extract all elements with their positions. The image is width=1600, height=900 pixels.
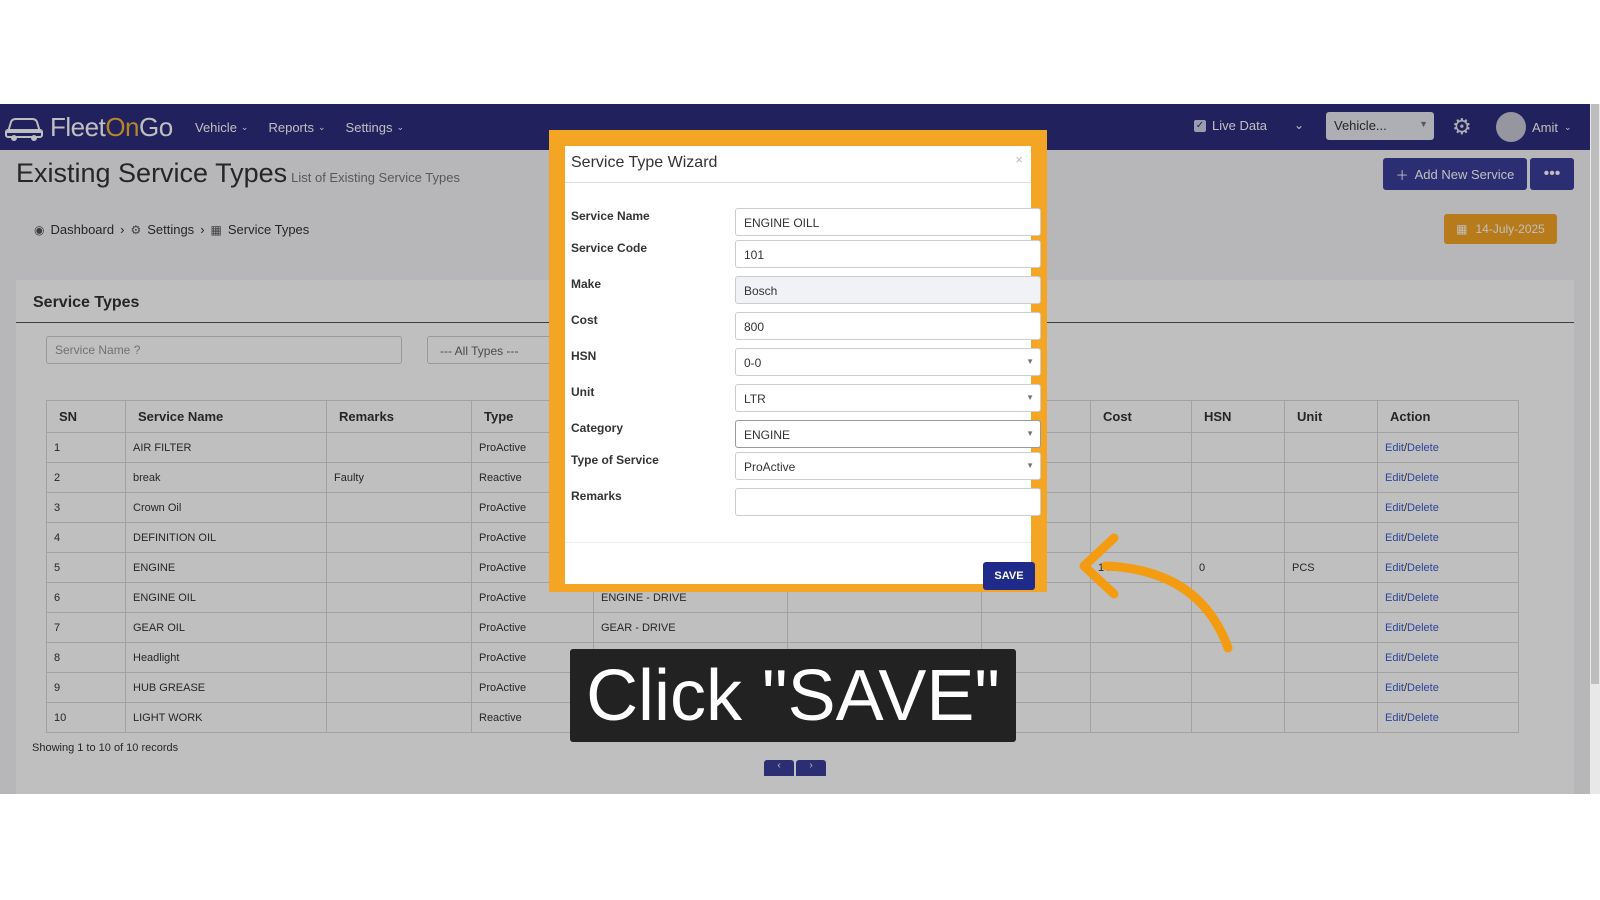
- scrollbar-thumb[interactable]: [1591, 104, 1599, 684]
- service-code-value: 101: [744, 248, 765, 262]
- type-of-service-select[interactable]: ProActive ▼: [735, 452, 1041, 480]
- service-name-field[interactable]: ENGINE OILL: [735, 208, 1041, 236]
- modal-title: Service Type Wizard: [571, 154, 718, 171]
- save-button[interactable]: SAVE: [983, 562, 1035, 590]
- service-code-label: Service Code: [571, 241, 648, 255]
- unit-select[interactable]: LTR ▼: [735, 384, 1041, 412]
- cost-field[interactable]: 800: [735, 312, 1041, 340]
- type-of-service-label: Type of Service: [571, 453, 659, 467]
- service-type-wizard-modal: Service Type Wizard × Service Name ENGIN…: [565, 146, 1041, 590]
- highlight-frame: Service Type Wizard × Service Name ENGIN…: [549, 130, 1047, 592]
- hsn-select[interactable]: 0-0 ▼: [735, 348, 1041, 376]
- modal-footer-divider: [565, 542, 1031, 543]
- unit-value: LTR: [744, 392, 766, 406]
- category-value: ENGINE: [744, 428, 791, 442]
- make-value: Bosch: [744, 284, 778, 298]
- modal-header-divider: [565, 182, 1031, 183]
- screenshot-stage: FleetOnGo Vehicle ⌄ Reports ⌄ Settings ⌄ ✓ …: [0, 0, 1600, 900]
- service-code-field[interactable]: 101: [735, 240, 1041, 268]
- make-field[interactable]: Bosch: [735, 276, 1041, 304]
- unit-label: Unit: [571, 385, 595, 399]
- cost-value: 800: [744, 320, 765, 334]
- hsn-label: HSN: [571, 349, 597, 363]
- tutorial-caption: Click "SAVE": [570, 649, 1016, 742]
- caret-down-icon: ▼: [1026, 393, 1034, 402]
- page-scrollbar[interactable]: [1590, 104, 1600, 794]
- remarks-field[interactable]: [735, 488, 1041, 516]
- caret-down-icon: ▼: [1026, 429, 1034, 438]
- service-name-label: Service Name: [571, 209, 650, 223]
- close-icon[interactable]: ×: [1015, 152, 1023, 167]
- caret-down-icon: ▼: [1026, 461, 1034, 470]
- tutorial-arrow-icon: [1079, 533, 1233, 653]
- cost-label: Cost: [571, 313, 598, 327]
- category-label: Category: [571, 421, 624, 435]
- hsn-value: 0-0: [744, 356, 762, 370]
- service-name-value: ENGINE OILL: [744, 216, 820, 230]
- make-label: Make: [571, 277, 602, 291]
- remarks-label: Remarks: [571, 489, 622, 503]
- caret-down-icon: ▼: [1026, 357, 1034, 366]
- type-of-service-value: ProActive: [744, 460, 796, 474]
- category-select[interactable]: ENGINE ▼: [735, 420, 1041, 448]
